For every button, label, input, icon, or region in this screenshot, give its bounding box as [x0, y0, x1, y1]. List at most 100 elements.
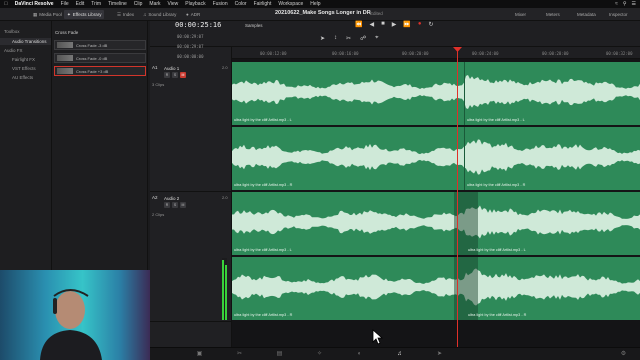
metadata-button[interactable]: Metadata [574, 10, 599, 19]
clip-edit-point[interactable] [464, 62, 465, 125]
track-a2-lane-left[interactable]: ultra light by the cliff Artlist.mp3 - L… [232, 192, 640, 255]
fusion-page-icon[interactable]: ✧ [316, 351, 323, 358]
index-icon: ☰ [117, 11, 122, 17]
menu-fusion[interactable]: Fusion [213, 1, 228, 7]
ruler-tick: 00:00:16:00 [332, 51, 359, 56]
effect-cross-fade-plus3[interactable]: Cross Fade +3 dB [54, 66, 146, 76]
track-header-a2[interactable]: A2 Audio 2 2.0 R S M 2 Clips [150, 192, 232, 322]
play-icon[interactable]: ▶ [392, 21, 397, 28]
playhead[interactable] [457, 47, 458, 347]
ruler-tick: 00:00:28:00 [542, 51, 569, 56]
deliver-page-icon[interactable]: ➤ [436, 351, 443, 358]
wifi-icon[interactable]: ≈ [615, 1, 618, 7]
track-volume: 2.0 [222, 65, 228, 70]
timeline-ruler[interactable]: 00:00:12:00 00:00:16:00 00:00:20:00 00:0… [232, 47, 640, 59]
clip-name: ultra light by the cliff Artlist.mp3 - L [234, 248, 292, 252]
menu-fairlight[interactable]: Fairlight [254, 1, 272, 7]
waveform [232, 205, 640, 239]
menu-timeline[interactable]: Timeline [108, 1, 127, 7]
range-tool-icon[interactable]: ↕ [334, 35, 337, 42]
webcam-overlay [0, 270, 150, 360]
color-page-icon[interactable]: ◐ [356, 351, 363, 358]
record-arm-button[interactable]: R [164, 202, 170, 208]
pointer-tool-icon[interactable]: ➤ [320, 35, 325, 42]
media-pool-button[interactable]: ▦ Media Pool [30, 10, 65, 19]
sidebar-audio-fx[interactable]: Audio FX [4, 48, 23, 53]
media-pool-label: Media Pool [39, 12, 62, 17]
menu-workspace[interactable]: Workspace [278, 1, 303, 7]
sidebar-vst-effects[interactable]: VST Effects [12, 66, 36, 71]
meters-button[interactable]: Meters [543, 10, 563, 19]
sidebar-au-effects[interactable]: AU Effects [12, 75, 33, 80]
project-status: Edited [370, 11, 383, 16]
menu-help[interactable]: Help [310, 1, 320, 7]
mute-button[interactable]: M [180, 72, 186, 78]
track-name[interactable]: Audio 1 [164, 66, 179, 71]
side-timecode-3: 00:00:00:00 [177, 54, 204, 59]
fairlight-page-icon[interactable]: ♫ [396, 351, 403, 358]
play-reverse-icon[interactable]: ◀ [369, 21, 374, 28]
meter-left [222, 260, 224, 320]
clip-name: ultra light by the cliff Artlist.mp3 - R [234, 183, 293, 187]
sidebar-audio-transitions[interactable]: Audio Transitions [0, 38, 51, 45]
presenter-image [40, 289, 102, 360]
menu-trim[interactable]: Trim [91, 1, 101, 7]
menu-color[interactable]: Color [235, 1, 247, 7]
master-timecode: 00:00:25:16 [175, 21, 222, 29]
record-arm-button[interactable]: R [164, 72, 170, 78]
mixer-button[interactable]: Mixer [512, 10, 529, 19]
effect-cross-fade-minus3[interactable]: Cross Fade -3 dB [54, 40, 146, 50]
menu-mark[interactable]: Mark [149, 1, 160, 7]
track-name[interactable]: Audio 2 [164, 196, 179, 201]
mute-button[interactable]: M [180, 202, 186, 208]
snap-icon[interactable]: ⌖ [375, 35, 378, 42]
track-a2-lane-right[interactable]: ultra light by the cliff Artlist.mp3 - R… [232, 257, 640, 320]
effect-cross-fade-0[interactable]: Cross Fade -0 dB [54, 53, 146, 63]
mouse-cursor-icon [372, 329, 384, 345]
clip-edit-point[interactable] [464, 127, 465, 190]
settings-icon[interactable]: ⚙ [620, 351, 627, 358]
waveform [232, 75, 640, 109]
crossfade-thumbnail [57, 68, 73, 74]
track-a1-lane-right[interactable]: ultra light by the cliff Artlist.mp3 - R… [232, 127, 640, 190]
transport-controls: ⏪ ◀ ■ ▶ ⏩ ● ↻ [355, 21, 434, 28]
solo-button[interactable]: S [172, 202, 178, 208]
side-timecode-1: 00:00:29:07 [177, 34, 204, 39]
track-a1-lane-left[interactable]: ultra light by the cliff Artlist.mp3 - L… [232, 62, 640, 125]
bin-selector[interactable]: Samples [245, 23, 263, 28]
index-button[interactable]: ☰ Index [114, 10, 137, 19]
menu-edit[interactable]: Edit [76, 1, 85, 7]
razor-tool-icon[interactable]: ✂ [346, 35, 351, 42]
cut-page-icon[interactable]: ✂ [236, 351, 243, 358]
menu-playback[interactable]: Playback [185, 1, 205, 7]
effect-label: Cross Fade +3 dB [76, 68, 109, 74]
search-icon[interactable]: ⚲ [623, 1, 627, 7]
app-menu[interactable]: DaVinci Resolve [15, 1, 54, 7]
sound-library-button[interactable]: ♫ Sound Library [140, 10, 179, 19]
waveform-shape [232, 205, 640, 239]
stop-icon[interactable]: ■ [381, 21, 385, 28]
effects-library-button[interactable]: ✦ Effects Library [64, 10, 105, 19]
solo-button[interactable]: S [172, 72, 178, 78]
menu-view[interactable]: View [168, 1, 179, 7]
record-icon[interactable]: ● [418, 21, 422, 28]
link-icon[interactable]: ☍ [360, 35, 366, 42]
fast-forward-icon[interactable]: ⏩ [403, 21, 410, 28]
menu-clip[interactable]: Clip [134, 1, 143, 7]
track-id: A2 [152, 195, 158, 200]
rewind-icon[interactable]: ⏪ [355, 21, 362, 28]
loop-icon[interactable]: ↻ [428, 21, 433, 28]
media-page-icon[interactable]: ▣ [196, 351, 203, 358]
timeline-tracks[interactable]: ultra light by the cliff Artlist.mp3 - L… [232, 47, 640, 347]
index-label: Index [123, 12, 135, 17]
control-center-icon[interactable]: ☰ [632, 1, 636, 7]
adr-button[interactable]: ● ADR [183, 10, 203, 19]
sidebar-fairlight-fx[interactable]: Fairlight FX [12, 57, 35, 62]
track-header-a1[interactable]: A1 Audio 1 2.0 R S M 3 Clips [150, 62, 232, 192]
apple-icon[interactable]:  [4, 1, 8, 7]
menu-file[interactable]: File [61, 1, 69, 7]
edit-page-icon[interactable]: ▤ [276, 351, 283, 358]
meters-label: Meters [546, 12, 560, 17]
sidebar-toolbox[interactable]: Toolbox [4, 29, 20, 34]
inspector-button[interactable]: Inspector [606, 10, 631, 19]
